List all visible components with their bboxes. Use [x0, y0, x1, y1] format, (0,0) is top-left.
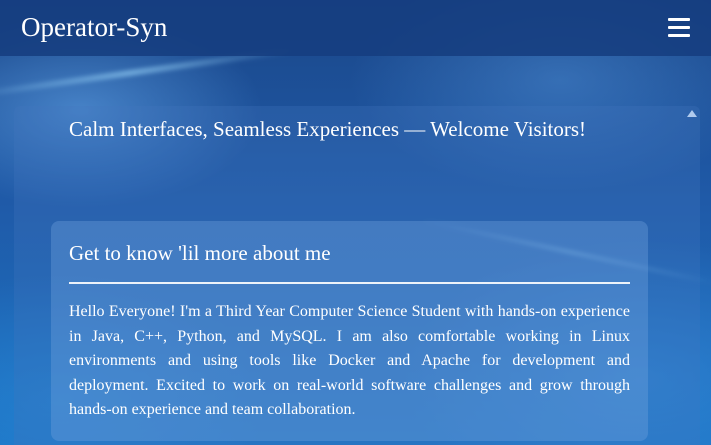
- menu-bar: [668, 34, 690, 37]
- top-navbar: Operator-Syn: [0, 0, 711, 56]
- hamburger-menu-icon[interactable]: [664, 14, 694, 42]
- brand-title[interactable]: Operator-Syn: [21, 10, 167, 44]
- divider: [69, 282, 630, 284]
- menu-bar: [668, 18, 690, 21]
- menu-bar: [668, 26, 690, 29]
- about-title: Get to know 'lil more about me: [69, 241, 331, 265]
- welcome-heading: Calm Interfaces, Seamless Experiences — …: [69, 117, 587, 141]
- scroll-up-arrow-icon[interactable]: [687, 110, 697, 117]
- about-description: Hello Everyone! I'm a Third Year Compute…: [69, 303, 630, 418]
